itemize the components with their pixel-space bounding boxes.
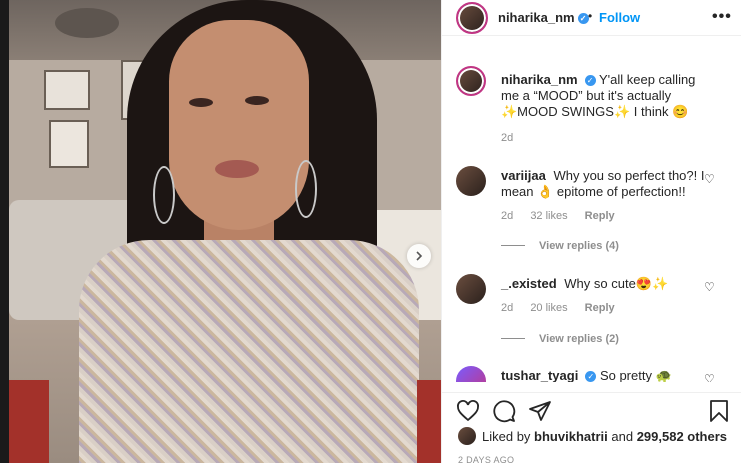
heart-icon[interactable]: ♡	[704, 172, 715, 186]
heart-icon[interactable]: ♡	[704, 372, 715, 382]
heart-icon[interactable]	[456, 399, 480, 423]
share-icon[interactable]	[528, 399, 552, 423]
post-photo[interactable]	[9, 0, 441, 463]
comments-list[interactable]: niharika_nm ✓ Y'all keep calling me a “MO…	[442, 56, 741, 382]
comment-meta: 2d 20 likes Reply	[501, 302, 629, 314]
commenter-username[interactable]: _.existed	[501, 276, 557, 291]
verified-icon: ✓	[577, 13, 589, 24]
lips	[215, 160, 259, 178]
next-photo-button[interactable]	[407, 244, 431, 268]
comment-time[interactable]: 2d	[501, 210, 513, 222]
wall-art	[44, 70, 90, 110]
post-header: niharika_nm ✓ • Follow •••	[442, 0, 741, 36]
sweater	[79, 240, 419, 463]
verified-icon: ✓	[584, 75, 596, 86]
face	[169, 20, 309, 230]
liker-username[interactable]: bhuvikhatrii	[534, 429, 608, 444]
eye	[245, 96, 269, 105]
commenter-avatar[interactable]	[456, 274, 486, 304]
reply-button[interactable]: Reply	[585, 210, 615, 222]
commenter-avatar[interactable]	[456, 366, 486, 382]
author-avatar[interactable]	[456, 66, 486, 96]
commenter-username[interactable]: tushar_tyagi	[501, 368, 578, 382]
separator-dot: •	[588, 9, 593, 23]
wall-art	[49, 120, 89, 168]
caption-time[interactable]: 2d	[501, 132, 513, 144]
action-bar	[442, 392, 741, 424]
eye	[189, 98, 213, 107]
comment-text: So pretty 🐢	[599, 368, 672, 382]
earring	[153, 166, 175, 224]
verified-icon: ✓	[585, 371, 597, 382]
post-sidebar: niharika_nm ✓ • Follow ••• niharika_nm ✓ Y…	[441, 0, 741, 463]
commenter-username[interactable]: variijaa	[501, 168, 546, 183]
view-replies-button[interactable]: View replies (4)	[501, 240, 619, 252]
bookmark-icon[interactable]	[707, 399, 731, 423]
view-replies-button[interactable]: View replies (2)	[501, 333, 619, 345]
ceiling-fan	[55, 8, 119, 38]
comment-likes[interactable]: 20 likes	[530, 302, 567, 314]
chevron-right-icon	[416, 251, 423, 261]
reply-button[interactable]: Reply	[585, 302, 615, 314]
caption-meta: 2d	[501, 132, 527, 144]
comment-likes[interactable]: 32 likes	[530, 210, 567, 222]
follow-button[interactable]: Follow	[599, 10, 640, 25]
comment-time[interactable]: 2d	[501, 302, 513, 314]
backdrop-strip	[0, 0, 9, 463]
commenter-avatar[interactable]	[456, 166, 486, 196]
comment-text: Why so cute😍✨	[564, 276, 669, 291]
heart-icon[interactable]: ♡	[704, 280, 715, 294]
author-avatar[interactable]	[456, 2, 488, 34]
likes-summary: Liked by bhuvikhatrii and 299,582 others	[458, 427, 727, 445]
author-username[interactable]: niharika_nm ✓	[498, 10, 589, 25]
post-timestamp[interactable]: 2 DAYS AGO	[458, 455, 514, 463]
comment-icon[interactable]	[492, 399, 516, 423]
liker-avatar[interactable]	[458, 427, 476, 445]
caption-username[interactable]: niharika_nm	[501, 72, 578, 87]
more-icon[interactable]: •••	[712, 8, 732, 26]
likes-count[interactable]: 299,582 others	[637, 429, 727, 444]
earring	[295, 160, 317, 218]
comment-meta: 2d 32 likes Reply	[501, 210, 629, 222]
instagram-post-page: niharika_nm ✓ • Follow ••• niharika_nm ✓ Y…	[0, 0, 741, 463]
